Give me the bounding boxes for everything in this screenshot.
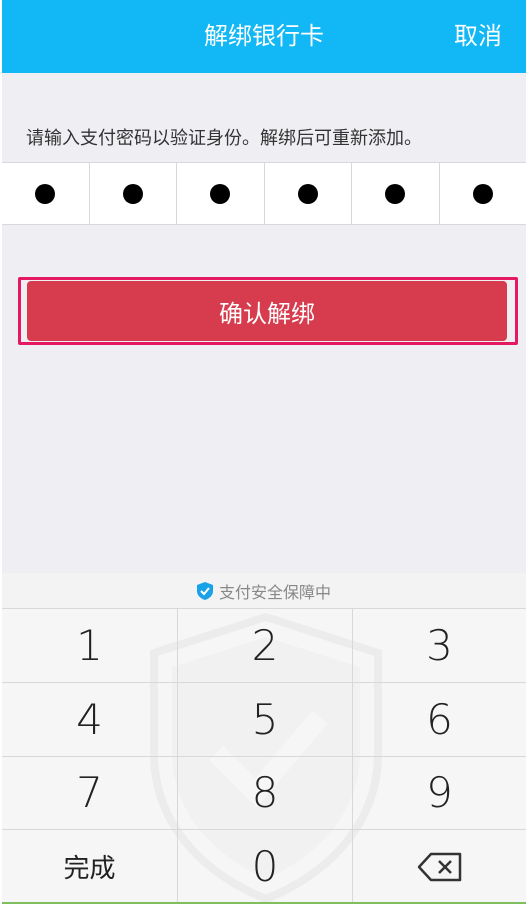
key-4[interactable]: 4 [2, 682, 178, 757]
password-dot [385, 183, 406, 204]
confirm-unbind-button[interactable]: 确认解绑 [27, 281, 507, 341]
key-3[interactable]: 3 [353, 609, 526, 683]
key-2[interactable]: 2 [178, 609, 353, 683]
key-1[interactable]: 1 [2, 609, 178, 683]
key-5[interactable]: 5 [178, 682, 353, 757]
password-dot [122, 183, 143, 204]
password-dot [472, 183, 493, 204]
key-8[interactable]: 8 [178, 756, 353, 831]
key-7[interactable]: 7 [2, 756, 178, 831]
done-key[interactable]: 完成 [2, 830, 178, 904]
nav-bar: 解绑银行卡 取消 [2, 0, 526, 73]
keypad-grid: 1 2 3 4 5 6 7 8 9 完成 0 [2, 609, 526, 904]
backspace-icon [417, 852, 461, 881]
cancel-button[interactable]: 取消 [454, 20, 502, 52]
password-dot [210, 183, 231, 204]
password-digit-cell [265, 163, 352, 224]
password-digit-cell [2, 163, 90, 224]
security-text: 支付安全保障中 [218, 582, 331, 602]
backspace-key[interactable] [353, 830, 526, 904]
password-input[interactable] [2, 162, 526, 225]
key-6[interactable]: 6 [353, 683, 526, 757]
password-digit-cell [352, 163, 440, 224]
key-0[interactable]: 0 [178, 830, 353, 904]
security-banner: 支付安全保障中 [2, 573, 526, 609]
page-title: 解绑银行卡 [204, 22, 324, 50]
password-digit-cell [90, 163, 177, 224]
password-digit-cell [177, 163, 265, 224]
confirm-highlight-frame: 确认解绑 [18, 277, 518, 345]
key-9[interactable]: 9 [353, 757, 526, 831]
secure-keypad: 支付安全保障中 1 2 3 4 5 6 7 8 9 完成 0 [2, 573, 526, 904]
password-digit-cell [440, 163, 527, 224]
password-dot [35, 183, 56, 204]
shield-check-icon [196, 581, 213, 600]
instruction-text: 请输入支付密码以验证身份。解绑后可重新添加。 [26, 128, 422, 149]
password-dot [297, 183, 318, 204]
